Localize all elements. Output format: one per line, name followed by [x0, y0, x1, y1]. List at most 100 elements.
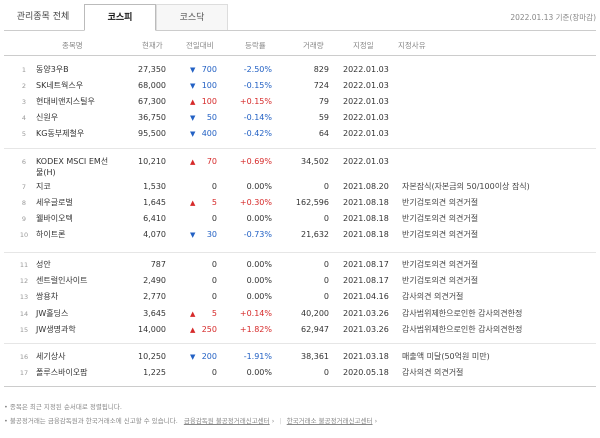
change-value: 0: [211, 214, 217, 223]
designation-date: 2021.03.26: [343, 325, 389, 334]
designation-date: 2021.08.18: [343, 214, 389, 223]
current-price: 27,350: [138, 65, 166, 74]
current-price: 67,300: [138, 97, 166, 106]
designation-date: 2022.01.03: [343, 81, 389, 90]
table-row: 16 세기상사 10,250 ▼ 200 -1.91% 38,361 2021.03.18 매출…: [0, 351, 600, 363]
tab-all-managed[interactable]: 관리종목 전체: [4, 4, 82, 30]
designation-date: 2022.01.03: [343, 65, 389, 74]
base-date: 2022.01.13 기준(장마감): [510, 13, 596, 22]
tab-kosdaq[interactable]: 코스닥: [156, 4, 228, 30]
trade-volume: 38,361: [301, 352, 329, 361]
stock-name-link[interactable]: 웰바이오텍: [36, 213, 73, 225]
row-number: 11: [19, 261, 29, 269]
designation-date: 2022.01.03: [343, 113, 389, 122]
table-row: 5 KG동부제철우 95,500 ▼ 400 -0.42% 64 2022.01.03: [0, 128, 600, 140]
stock-name-link[interactable]: JW생명과학: [36, 324, 76, 336]
stock-name-link[interactable]: 폴루스바이오팜: [36, 367, 88, 379]
change-value: 250: [201, 325, 217, 334]
table-row: 2 SK네트웍스우 68,000 ▼ 100 -0.15% 724 2022.01.03: [0, 80, 600, 92]
stock-name-link[interactable]: SK네트웍스우: [36, 80, 83, 92]
stock-name-link[interactable]: 성안: [36, 259, 51, 271]
designation-date: 2021.03.26: [343, 309, 389, 318]
change-rate: -1.91%: [243, 352, 272, 361]
footer-separator: |: [279, 417, 282, 425]
krx-report-link[interactable]: 한국거래소 불공정거래신고센터: [287, 417, 373, 425]
current-price: 4,070: [143, 230, 166, 239]
change-rate: 0.00%: [246, 276, 272, 285]
change-value: 5: [211, 309, 217, 318]
change-value: 0: [211, 182, 217, 191]
stock-name-link[interactable]: 세우글로벌: [36, 197, 73, 209]
tab-kospi[interactable]: 코스피: [84, 4, 156, 31]
change-rate: +0.15%: [239, 97, 272, 106]
stock-name-link[interactable]: 쌍용차: [36, 291, 58, 303]
stock-name-link[interactable]: 지코: [36, 181, 51, 193]
current-price: 95,500: [138, 129, 166, 138]
stock-name-cont[interactable]: 물(H): [36, 167, 56, 179]
designation-reason: 반기검토의견 의견거절: [402, 276, 479, 285]
current-price: 1,645: [143, 198, 166, 207]
designation-date: 2021.03.18: [343, 352, 389, 361]
designation-reason: 감사의견 의견거절: [402, 368, 464, 377]
stock-name-link[interactable]: JW홀딩스: [36, 308, 68, 320]
current-price: 36,750: [138, 113, 166, 122]
footer-report-text: • 불공정거래는 금융감독원과 한국거래소에 신고할 수 있습니다.: [4, 417, 178, 425]
stock-name-link[interactable]: 현대비앤지스틸우: [36, 96, 95, 108]
row-number: 1: [21, 66, 27, 74]
row-number: 8: [21, 199, 27, 207]
row-number: 7: [21, 183, 27, 191]
col-reason: 지정사유: [398, 41, 426, 50]
trade-volume: 724: [313, 81, 329, 90]
col-rate: 등락률: [245, 41, 266, 50]
current-price: 787: [150, 260, 166, 269]
row-number: 6: [21, 158, 27, 166]
stock-name-link[interactable]: 하이트론: [36, 229, 65, 241]
designation-reason: 자본잠식(자본금의 50/100이상 잠식): [402, 182, 530, 191]
table-row: 12 센트럴인사이트 2,490 0 0.00% 0 2021.08.17 반기검토의견 의견…: [0, 275, 600, 287]
table-row: 3 현대비앤지스틸우 67,300 ▲ 100 +0.15% 79 2022.01.03: [0, 96, 600, 108]
stock-name-link[interactable]: 동양3우B: [36, 64, 69, 76]
current-price: 68,000: [138, 81, 166, 90]
stock-name-link[interactable]: 신원우: [36, 112, 58, 124]
designation-date: 2022.01.03: [343, 129, 389, 138]
trade-volume: 0: [323, 276, 329, 285]
change-rate: -0.14%: [243, 113, 272, 122]
fss-report-link[interactable]: 금융감독원 불공정거래신고센터: [184, 417, 270, 425]
row-number: 16: [19, 353, 29, 361]
stock-name-link[interactable]: 센트럴인사이트: [36, 275, 88, 287]
designation-date: 2022.01.03: [343, 97, 389, 106]
change-rate: +1.82%: [239, 325, 272, 334]
change-rate: +0.69%: [239, 157, 272, 166]
trade-volume: 0: [323, 368, 329, 377]
table-row: 17 폴루스바이오팜 1,225 0 0.00% 0 2020.05.18 감사의견 의견거절: [0, 367, 600, 379]
change-value: 0: [211, 260, 217, 269]
change-rate: 0.00%: [246, 182, 272, 191]
current-price: 1,225: [143, 368, 166, 377]
row-number: 5: [21, 130, 27, 138]
designation-date: 2021.04.16: [343, 292, 389, 301]
change-value: 200: [201, 352, 217, 361]
designation-date: 2022.01.03: [343, 157, 389, 166]
row-number: 14: [19, 310, 29, 318]
designation-reason: 감사범위제한으로인한 감사의견한정: [402, 325, 523, 334]
trade-volume: 34,502: [301, 157, 329, 166]
footer-note-sort: • 종목은 최근 지정된 순서대로 정렬됩니다.: [4, 403, 122, 411]
change-value: 0: [211, 292, 217, 301]
current-price: 14,000: [138, 325, 166, 334]
col-change: 전일대비: [186, 41, 214, 50]
table-row: 6 KODEX MSCI EM선 물(H) 10,210 ▲ 70 +0.69% 34,502…: [0, 156, 600, 177]
current-price: 1,530: [143, 182, 166, 191]
stock-name-link[interactable]: 세기상사: [36, 351, 65, 363]
current-price: 10,250: [138, 352, 166, 361]
row-number: 9: [21, 215, 27, 223]
change-value: 400: [201, 129, 217, 138]
table-row: 15 JW생명과학 14,000 ▲ 250 +1.82% 62,947 2021.03.26…: [0, 324, 600, 336]
row-number: 2: [21, 82, 27, 90]
row-number: 12: [19, 277, 29, 285]
stock-name-link[interactable]: KG동부제철우: [36, 128, 84, 140]
designation-reason: 반기검토의견 의견거절: [402, 198, 479, 207]
link-arrow-icon: ›: [271, 417, 275, 425]
current-price: 6,410: [143, 214, 166, 223]
trade-volume: 829: [313, 65, 329, 74]
change-rate: 0.00%: [246, 292, 272, 301]
